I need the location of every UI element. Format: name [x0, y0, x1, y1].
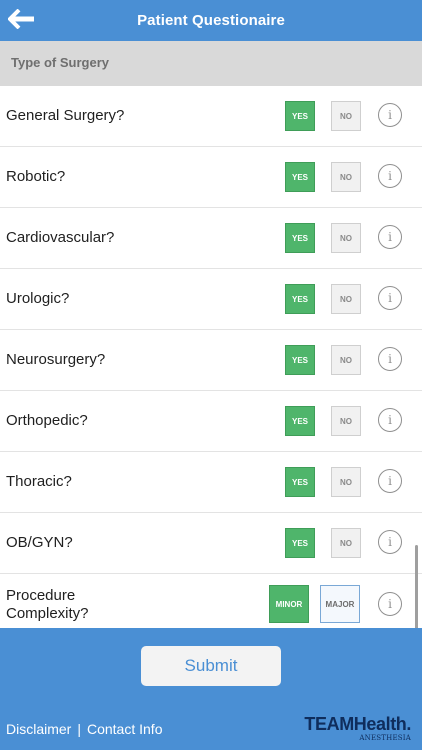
- yes-button[interactable]: YES: [285, 528, 315, 558]
- question-row-procedure-complexity: Procedure Complexity? MINOR MAJOR i: [0, 574, 422, 635]
- question-row-orthopedic: Orthopedic? YES NO i: [0, 391, 422, 452]
- footer-links: Disclaimer | Contact Info: [6, 721, 162, 737]
- info-icon[interactable]: i: [378, 103, 402, 127]
- info-icon[interactable]: i: [378, 408, 402, 432]
- info-icon[interactable]: i: [378, 469, 402, 493]
- info-icon[interactable]: i: [378, 286, 402, 310]
- logo-wordmark: TEAMHealth.: [304, 714, 411, 734]
- info-icon[interactable]: i: [378, 164, 402, 188]
- info-icon[interactable]: i: [378, 225, 402, 249]
- question-label: Robotic?: [6, 168, 66, 185]
- question-label: Procedure Complexity?: [6, 587, 89, 623]
- yes-button[interactable]: YES: [285, 345, 315, 375]
- page-title: Patient Questionaire: [137, 12, 285, 29]
- logo-subtitle: ANESTHESIA: [359, 734, 411, 742]
- no-button[interactable]: NO: [331, 345, 361, 375]
- submit-button[interactable]: Submit: [141, 646, 281, 686]
- question-label: Orthopedic?: [6, 412, 88, 429]
- question-label: OB/GYN?: [6, 534, 73, 551]
- question-label: General Surgery?: [6, 107, 125, 124]
- question-row-obgyn: OB/GYN? YES NO i: [0, 513, 422, 574]
- section-header: Type of Surgery: [0, 41, 422, 86]
- no-button[interactable]: NO: [331, 101, 361, 131]
- info-icon[interactable]: i: [378, 347, 402, 371]
- yes-button[interactable]: YES: [285, 284, 315, 314]
- major-button[interactable]: MAJOR: [320, 585, 360, 623]
- teamhealth-logo: TEAMHealth. ANESTHESIA: [297, 714, 415, 746]
- question-label: Urologic?: [6, 290, 70, 307]
- yes-button[interactable]: YES: [285, 101, 315, 131]
- yes-button[interactable]: YES: [285, 406, 315, 436]
- question-label-line2: Complexity?: [6, 605, 89, 622]
- question-row-cardiovascular: Cardiovascular? YES NO i: [0, 208, 422, 269]
- section-label: Type of Surgery: [11, 55, 110, 70]
- question-row-urologic: Urologic? YES NO i: [0, 269, 422, 330]
- question-row-robotic: Robotic? YES NO i: [0, 147, 422, 208]
- no-button[interactable]: NO: [331, 284, 361, 314]
- back-button[interactable]: [6, 8, 38, 34]
- top-navigation-bar: Patient Questionaire: [0, 0, 422, 41]
- yes-button[interactable]: YES: [285, 467, 315, 497]
- question-list: General Surgery? YES NO i Robotic? YES N…: [0, 86, 422, 635]
- back-arrow-icon: [7, 8, 36, 34]
- no-button[interactable]: NO: [331, 223, 361, 253]
- no-button[interactable]: NO: [331, 162, 361, 192]
- disclaimer-link[interactable]: Disclaimer: [6, 721, 71, 737]
- question-label-line1: Procedure: [6, 587, 76, 604]
- yes-button[interactable]: YES: [285, 223, 315, 253]
- info-icon[interactable]: i: [378, 592, 402, 616]
- contact-info-link[interactable]: Contact Info: [87, 721, 163, 737]
- no-button[interactable]: NO: [331, 406, 361, 436]
- question-row-general-surgery: General Surgery? YES NO i: [0, 86, 422, 147]
- footer-separator: |: [77, 721, 81, 737]
- question-label: Neurosurgery?: [6, 351, 106, 368]
- info-icon[interactable]: i: [378, 530, 402, 554]
- question-label: Thoracic?: [6, 473, 72, 490]
- question-row-neurosurgery: Neurosurgery? YES NO i: [0, 330, 422, 391]
- minor-button[interactable]: MINOR: [269, 585, 309, 623]
- question-row-thoracic: Thoracic? YES NO i: [0, 452, 422, 513]
- yes-button[interactable]: YES: [285, 162, 315, 192]
- no-button[interactable]: NO: [331, 467, 361, 497]
- question-label: Cardiovascular?: [6, 229, 115, 246]
- no-button[interactable]: NO: [331, 528, 361, 558]
